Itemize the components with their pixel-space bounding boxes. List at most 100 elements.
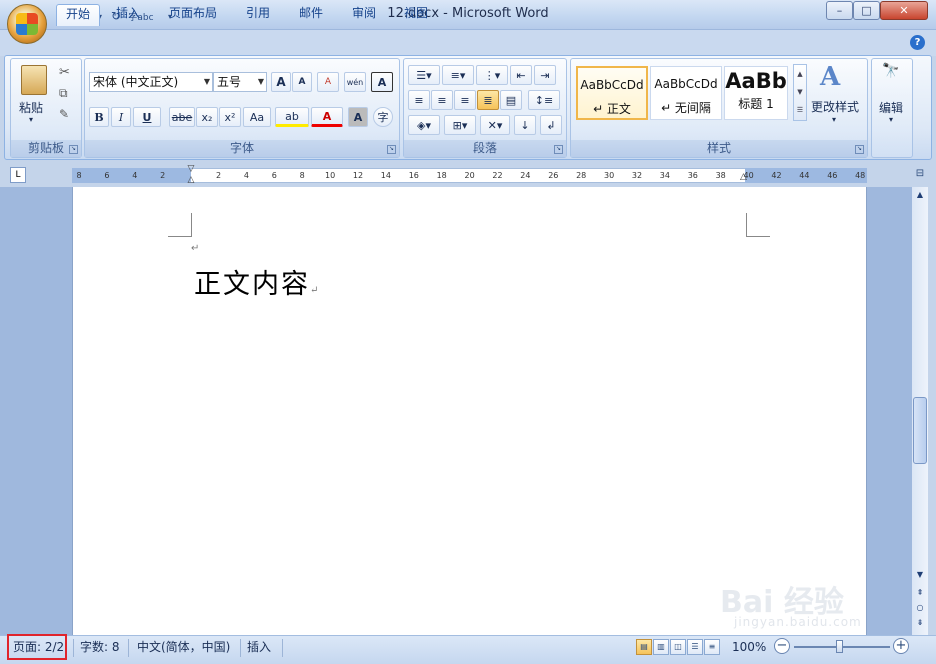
highlight-button[interactable]: ab: [275, 107, 309, 127]
office-logo-icon: [16, 13, 38, 35]
right-indent-marker-icon[interactable]: △: [740, 172, 747, 182]
style-no-spacing[interactable]: AaBbCcDd ↵ 无间隔: [650, 66, 722, 120]
font-size-value: 五号: [217, 75, 242, 89]
style-heading-1[interactable]: AaBb 标题 1: [724, 66, 788, 120]
tab-page-layout[interactable]: 页面布局: [160, 4, 226, 26]
change-case-button[interactable]: Aa: [243, 107, 271, 127]
insert-mode-status[interactable]: 插入: [243, 638, 275, 658]
group-clipboard: 粘贴 ▾ ✂ ⧉ ✎ 剪贴板 ↘: [10, 58, 82, 158]
font-size-select[interactable]: 五号 ▼: [213, 72, 267, 92]
sort-button[interactable]: ↓: [514, 115, 536, 135]
zoom-out-button[interactable]: −: [774, 638, 790, 654]
paste-icon[interactable]: [21, 65, 47, 95]
office-button[interactable]: [7, 4, 47, 44]
view-ruler-icon[interactable]: ⊟: [912, 168, 928, 184]
phonetic-guide-button[interactable]: wén: [344, 72, 366, 92]
scroll-up-icon[interactable]: ▲: [912, 188, 928, 202]
decrease-indent-button[interactable]: ⇤: [510, 65, 532, 85]
editing-button[interactable]: 编辑: [879, 99, 903, 116]
word-count[interactable]: 字数: 8: [76, 638, 124, 658]
print-layout-view-icon[interactable]: ▤: [636, 639, 652, 655]
format-painter-icon[interactable]: ✎: [59, 107, 69, 121]
ruler-tick: 48: [855, 171, 866, 180]
show-marks-button[interactable]: ↲: [540, 115, 562, 135]
zoom-slider-thumb[interactable]: [836, 640, 843, 653]
distributed-button[interactable]: ▤: [500, 90, 522, 110]
draft-view-icon[interactable]: ≡: [704, 639, 720, 655]
align-left-button[interactable]: ≡: [408, 90, 430, 110]
enclose-characters-button[interactable]: 字: [373, 107, 393, 127]
styles-launcher-icon[interactable]: ↘: [855, 145, 864, 154]
body-text: 正文内容: [194, 269, 310, 300]
ruler-tick: 20: [464, 171, 475, 180]
indent-marker-icon[interactable]: ▽ △: [186, 164, 196, 186]
clear-format-button[interactable]: A: [317, 72, 339, 92]
tab-references[interactable]: 引用: [237, 4, 279, 26]
paste-button[interactable]: 粘贴: [19, 99, 43, 116]
subscript-button[interactable]: x₂: [196, 107, 218, 127]
zoom-in-button[interactable]: +: [893, 638, 909, 654]
ruler-tick: 24: [520, 171, 531, 180]
bullets-button[interactable]: ☰▾: [408, 65, 440, 85]
crop-mark-top-right: [746, 213, 770, 237]
scroll-thumb[interactable]: [913, 397, 927, 464]
shading-button[interactable]: ◈▾: [408, 115, 440, 135]
paragraph-launcher-icon[interactable]: ↘: [554, 145, 563, 154]
tab-view[interactable]: 视图: [395, 4, 437, 26]
multilevel-list-button[interactable]: ⋮▾: [476, 65, 508, 85]
help-icon[interactable]: ?: [910, 35, 925, 50]
style-normal[interactable]: AaBbCcDd ↵ 正文: [576, 66, 648, 120]
outline-view-icon[interactable]: ☰: [687, 639, 703, 655]
zoom-level[interactable]: 100%: [728, 638, 770, 658]
copy-icon[interactable]: ⧉: [59, 86, 68, 101]
character-shading-button[interactable]: A: [348, 107, 368, 127]
tab-home[interactable]: 开始: [56, 4, 101, 26]
font-family-select[interactable]: 宋体 (中文正文) ▼: [89, 72, 213, 92]
character-border-button[interactable]: A: [371, 72, 393, 92]
tab-mailings[interactable]: 邮件: [290, 4, 332, 26]
superscript-button[interactable]: x²: [219, 107, 241, 127]
baidu-watermark: Bai 经验 jingyan.baidu.com: [720, 565, 930, 637]
tab-insert[interactable]: 插入: [107, 4, 149, 26]
change-styles-button[interactable]: 更改样式: [811, 98, 859, 115]
increase-indent-button[interactable]: ⇥: [534, 65, 556, 85]
document-body-text[interactable]: 正文内容↵: [194, 262, 318, 301]
group-label-font: 字体: [85, 140, 399, 157]
ruler-tick: 30: [604, 171, 615, 180]
bold-button[interactable]: B: [89, 107, 109, 127]
paste-dropdown-icon[interactable]: ▾: [29, 115, 33, 124]
maximize-button[interactable]: □: [853, 1, 880, 20]
tab-review[interactable]: 审阅: [343, 4, 385, 26]
ruler-tick: 42: [771, 171, 782, 180]
shrink-font-button[interactable]: A: [292, 72, 312, 92]
align-right-button[interactable]: ≡: [454, 90, 476, 110]
close-button[interactable]: ✕: [880, 1, 928, 20]
minimize-button[interactable]: –: [826, 1, 853, 20]
change-styles-icon: A: [820, 62, 841, 92]
ruler-tick: 8: [76, 171, 82, 180]
cut-icon[interactable]: ✂: [59, 65, 70, 80]
font-launcher-icon[interactable]: ↘: [387, 145, 396, 154]
grow-font-button[interactable]: A: [271, 72, 291, 92]
font-color-button[interactable]: A: [311, 107, 343, 127]
tab-stop-selector[interactable]: L: [10, 167, 26, 183]
align-center-button[interactable]: ≡: [431, 90, 453, 110]
ruler-tick: 8: [299, 171, 305, 180]
numbering-button[interactable]: ≡▾: [442, 65, 474, 85]
styles-scroll[interactable]: ▲ ▼ ☰: [793, 64, 807, 121]
borders-button[interactable]: ⊞▾: [444, 115, 476, 135]
underline-button[interactable]: U: [133, 107, 161, 127]
line-spacing-button[interactable]: ↕≡: [528, 90, 560, 110]
style-name: 标题 1: [738, 97, 774, 111]
strikethrough-button[interactable]: abe: [169, 107, 195, 127]
language-status[interactable]: 中文(简体，中国): [133, 638, 234, 658]
full-screen-reading-view-icon[interactable]: ▥: [653, 639, 669, 655]
highlight-box: [7, 634, 67, 660]
italic-button[interactable]: I: [111, 107, 131, 127]
clipboard-launcher-icon[interactable]: ↘: [69, 145, 78, 154]
crop-mark-top-left: [168, 213, 192, 237]
justify-button[interactable]: ≣: [477, 90, 499, 110]
chinese-layout-button[interactable]: ✕▾: [480, 115, 510, 135]
web-layout-view-icon[interactable]: ◫: [670, 639, 686, 655]
ruler-tick: 12: [352, 171, 364, 180]
